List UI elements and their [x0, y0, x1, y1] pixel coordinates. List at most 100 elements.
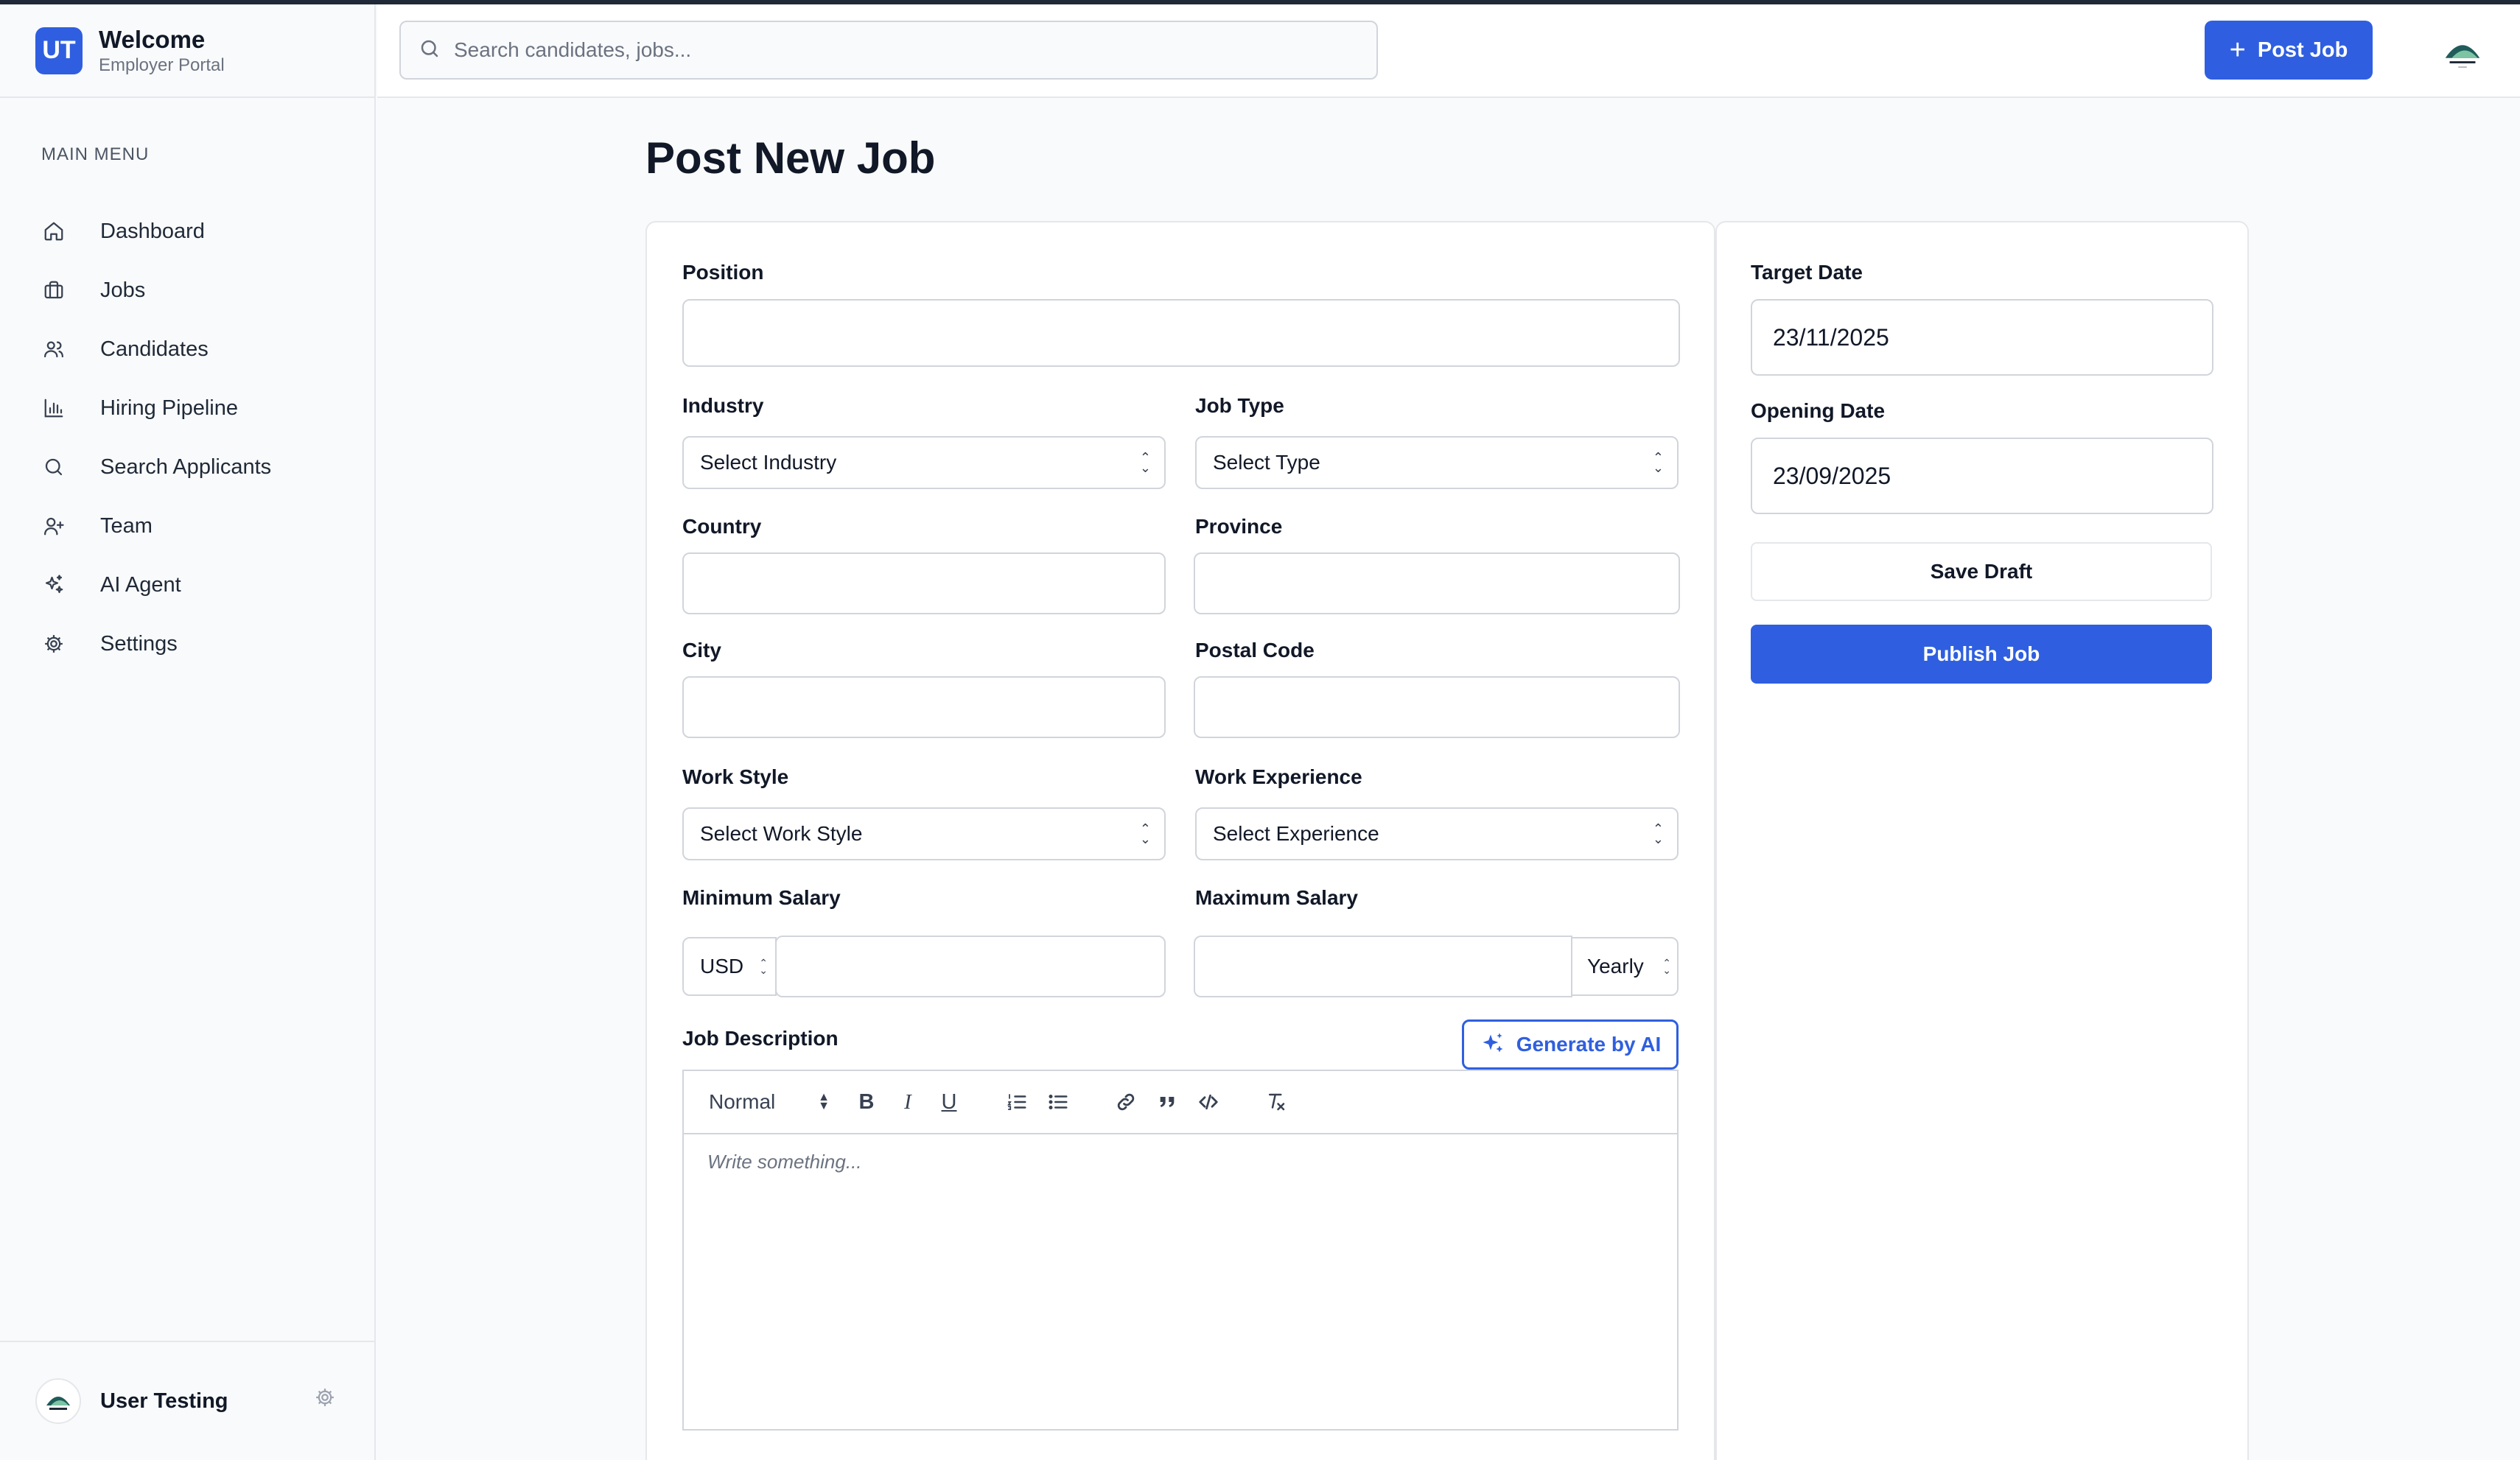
text-format-value: Normal: [709, 1090, 776, 1113]
sidebar-item-label: Dashboard: [100, 219, 205, 243]
sidebar-footer: User Testing: [0, 1341, 374, 1460]
maximum-salary-field[interactable]: [1194, 936, 1572, 997]
ordered-list-button[interactable]: [1002, 1087, 1032, 1117]
position-label: Position: [682, 261, 764, 284]
sidebar-item-label: AI Agent: [100, 572, 181, 597]
search-input[interactable]: [454, 38, 1338, 62]
sidebar-item-hiring-pipeline[interactable]: Hiring Pipeline: [41, 379, 351, 438]
users-icon: [41, 337, 66, 362]
quote-icon: [1160, 1097, 1175, 1107]
opening-date-field[interactable]: 23/09/2025: [1751, 438, 2213, 514]
home-icon: [41, 219, 66, 244]
sparkles-icon: [1480, 1031, 1506, 1058]
clear-format-button[interactable]: [1261, 1087, 1291, 1117]
salary-period-select[interactable]: Yearly ⌃ ⌄: [1571, 937, 1679, 996]
blockquote-button[interactable]: [1152, 1087, 1182, 1117]
position-field[interactable]: [682, 299, 1680, 367]
brand-subtitle: Employer Portal: [99, 55, 225, 75]
job-type-value: Select Type: [1213, 451, 1320, 474]
currency-value: USD: [700, 955, 744, 978]
bar-chart-icon: [41, 396, 66, 421]
company-logo-avatar[interactable]: [2439, 28, 2486, 75]
editor-toolbar: Normal ▲ ▼ B I U: [684, 1071, 1677, 1134]
work-experience-label: Work Experience: [1195, 765, 1362, 788]
main-menu: Dashboard Jobs Candidates Hiring Pipelin…: [41, 202, 351, 673]
underline-button[interactable]: U: [934, 1087, 964, 1117]
user-plus-icon: [41, 513, 66, 538]
salary-period-value: Yearly: [1587, 955, 1644, 978]
link-icon: [1117, 1093, 1135, 1111]
briefcase-icon: [41, 278, 66, 303]
chevron-updown-icon: ⌃ ⌄: [1652, 450, 1664, 475]
top-bar: + Post Job: [377, 4, 2520, 98]
job-description-editor: Normal ▲ ▼ B I U Write something...: [682, 1070, 1679, 1431]
brand-title: Welcome: [99, 25, 206, 53]
sidebar-item-label: Settings: [100, 631, 178, 656]
country-label: Country: [682, 515, 762, 538]
postal-code-field[interactable]: [1194, 676, 1680, 738]
minimum-salary-field[interactable]: [775, 936, 1166, 997]
gear-icon[interactable]: [314, 1386, 336, 1412]
sidebar-item-label: Candidates: [100, 337, 209, 361]
sidebar-item-search-applicants[interactable]: Search Applicants: [41, 438, 351, 496]
italic-button[interactable]: I: [893, 1087, 923, 1117]
italic-icon: I: [904, 1089, 911, 1114]
sidebar-item-label: Jobs: [100, 278, 146, 302]
search-icon: [419, 38, 441, 63]
work-style-value: Select Work Style: [700, 822, 863, 845]
postal-code-label: Postal Code: [1195, 639, 1315, 661]
industry-label: Industry: [682, 394, 764, 417]
post-job-label: Post Job: [2257, 38, 2348, 62]
chevron-updown-icon: ⌃ ⌄: [1139, 821, 1151, 846]
logo-avatar-icon: [46, 1397, 70, 1410]
target-date-field[interactable]: 23/11/2025: [1751, 299, 2213, 376]
sidebar-item-dashboard[interactable]: Dashboard: [41, 202, 351, 261]
sidebar-item-label: Search Applicants: [100, 455, 272, 479]
job-description-label: Job Description: [682, 1027, 839, 1050]
work-style-label: Work Style: [682, 765, 789, 788]
chevron-updown-icon: ▲ ▼: [818, 1091, 830, 1112]
sidebar-item-jobs[interactable]: Jobs: [41, 261, 351, 320]
link-button[interactable]: [1111, 1087, 1141, 1117]
sidebar-item-team[interactable]: Team: [41, 496, 351, 555]
generate-by-ai-button[interactable]: Generate by AI: [1462, 1019, 1679, 1070]
gear-icon: [41, 631, 66, 656]
text-format-select[interactable]: Normal ▲ ▼: [709, 1090, 830, 1114]
work-experience-select[interactable]: Select Experience ⌃ ⌄: [1195, 807, 1679, 860]
code-button[interactable]: [1194, 1087, 1223, 1117]
search-box[interactable]: [399, 21, 1378, 80]
province-field[interactable]: [1194, 552, 1680, 614]
search-icon: [41, 455, 66, 480]
brand: UT Welcome Employer Portal: [0, 4, 374, 98]
post-job-button[interactable]: + Post Job: [2205, 21, 2373, 80]
brand-badge: UT: [35, 27, 83, 74]
job-type-label: Job Type: [1195, 394, 1284, 417]
sidebar-item-candidates[interactable]: Candidates: [41, 320, 351, 379]
job-type-select[interactable]: Select Type ⌃ ⌄: [1195, 436, 1679, 489]
sidebar: UT Welcome Employer Portal MAIN MENU Das…: [0, 4, 376, 1460]
work-style-select[interactable]: Select Work Style ⌃ ⌄: [682, 807, 1166, 860]
city-field[interactable]: [682, 676, 1166, 738]
bold-button[interactable]: B: [852, 1087, 881, 1117]
sparkles-icon: [41, 572, 66, 597]
publish-job-button[interactable]: Publish Job: [1751, 625, 2212, 684]
sidebar-item-ai-agent[interactable]: AI Agent: [41, 555, 351, 614]
menu-heading: MAIN MENU: [41, 144, 150, 164]
sidebar-item-label: Team: [100, 513, 153, 538]
avatar[interactable]: [35, 1378, 81, 1424]
bold-icon: B: [858, 1089, 875, 1114]
save-draft-button[interactable]: Save Draft: [1751, 542, 2212, 601]
user-name: User Testing: [100, 1389, 228, 1413]
city-label: City: [682, 639, 721, 661]
currency-select[interactable]: USD ⌃ ⌄: [682, 937, 777, 996]
country-field[interactable]: [682, 552, 1166, 614]
logo-icon: [2445, 45, 2480, 68]
bullet-list-button[interactable]: [1043, 1087, 1073, 1117]
industry-select[interactable]: Select Industry ⌃ ⌄: [682, 436, 1166, 489]
sidebar-item-label: Hiring Pipeline: [100, 396, 238, 420]
maximum-salary-label: Maximum Salary: [1195, 886, 1358, 909]
industry-value: Select Industry: [700, 451, 837, 474]
editor-content[interactable]: Write something...: [684, 1134, 1677, 1190]
chevron-updown-icon: ⌃ ⌄: [1662, 957, 1671, 976]
sidebar-item-settings[interactable]: Settings: [41, 614, 351, 673]
